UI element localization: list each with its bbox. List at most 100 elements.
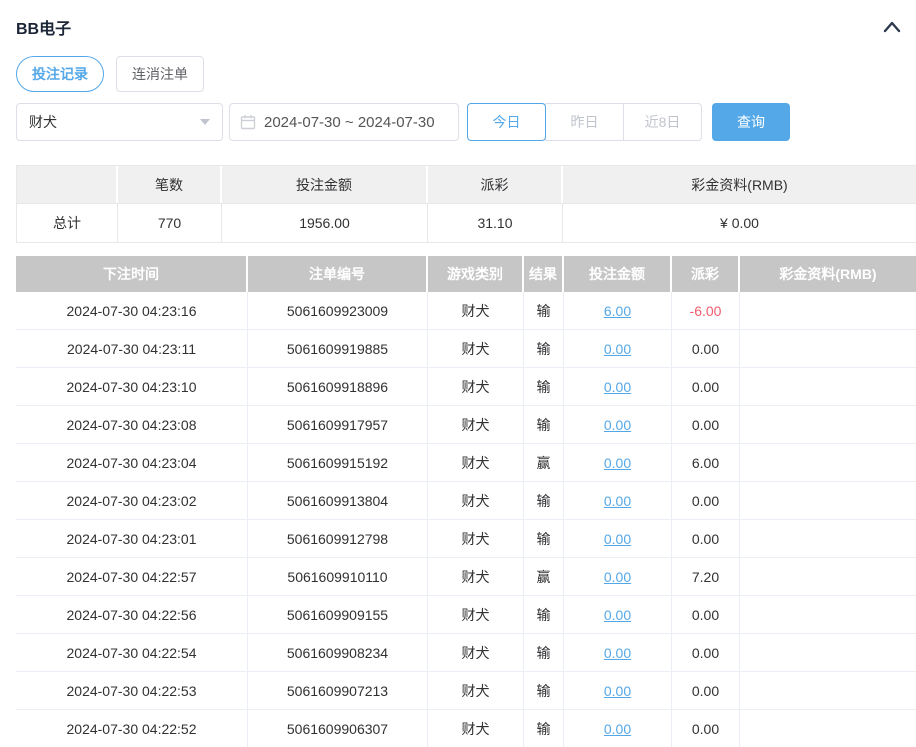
bonus-cell — [740, 634, 916, 672]
order-number-cell: 5061609918896 — [248, 368, 428, 406]
bet-amount-link[interactable]: 0.00 — [604, 493, 631, 509]
bet-time-cell: 2024-07-30 04:22:52 — [16, 710, 248, 747]
header-payout: 派彩 — [672, 256, 740, 292]
bet-amount-link[interactable]: 0.00 — [604, 569, 631, 585]
summary-total-count: 770 — [118, 203, 222, 242]
payout-cell: 7.20 — [672, 558, 740, 596]
bet-amount-cell: 0.00 — [564, 482, 672, 520]
date-range-value: 2024-07-30 ~ 2024-07-30 — [264, 114, 435, 131]
summary-total-row: 总计 770 1956.00 31.10 ¥ 0.00 — [17, 203, 916, 242]
last-8-days-button[interactable]: 近8日 — [623, 103, 702, 141]
bet-amount-link[interactable]: 0.00 — [604, 531, 631, 547]
table-row: 2024-07-30 04:22:56 5061609909155 财犬 输 0… — [16, 596, 916, 634]
payout-cell: -6.00 — [672, 292, 740, 330]
table-row: 2024-07-30 04:22:57 5061609910110 财犬 赢 0… — [16, 558, 916, 596]
bet-time-cell: 2024-07-30 04:23:04 — [16, 444, 248, 482]
tab-cancelled-orders[interactable]: 连消注单 — [116, 56, 204, 92]
bet-time-cell: 2024-07-30 04:22:56 — [16, 596, 248, 634]
bet-amount-link[interactable]: 6.00 — [604, 303, 631, 319]
quick-date-group: 今日 昨日 近8日 — [467, 103, 702, 141]
tab-bet-records[interactable]: 投注记录 — [16, 56, 104, 92]
payout-cell: 0.00 — [672, 672, 740, 710]
bet-amount-cell: 0.00 — [564, 558, 672, 596]
panel-header: BB电子 — [16, 0, 916, 39]
result-cell: 赢 — [524, 444, 564, 482]
bet-time-cell: 2024-07-30 04:22:54 — [16, 634, 248, 672]
game-type-cell: 财犬 — [428, 634, 524, 672]
order-number-cell: 5061609910110 — [248, 558, 428, 596]
table-row: 2024-07-30 04:23:01 5061609912798 财犬 输 0… — [16, 520, 916, 558]
table-row: 2024-07-30 04:22:53 5061609907213 财犬 输 0… — [16, 672, 916, 710]
game-type-cell: 财犬 — [428, 406, 524, 444]
result-cell: 输 — [524, 292, 564, 330]
game-select[interactable]: 财犬 — [16, 103, 223, 141]
bet-amount-cell: 0.00 — [564, 406, 672, 444]
result-cell: 输 — [524, 368, 564, 406]
table-row: 2024-07-30 04:22:54 5061609908234 财犬 输 0… — [16, 634, 916, 672]
summary-total-payout: 31.10 — [428, 203, 563, 242]
bet-amount-link[interactable]: 0.00 — [604, 341, 631, 357]
bonus-cell — [740, 444, 916, 482]
result-cell: 输 — [524, 406, 564, 444]
bet-time-cell: 2024-07-30 04:22:57 — [16, 558, 248, 596]
bet-table-header: 下注时间 注单编号 游戏类别 结果 投注金额 派彩 彩金资料(RMB) — [16, 256, 916, 292]
date-range-input[interactable]: 2024-07-30 ~ 2024-07-30 — [229, 103, 459, 141]
bonus-cell — [740, 558, 916, 596]
result-cell: 输 — [524, 672, 564, 710]
bet-amount-cell: 0.00 — [564, 596, 672, 634]
table-row: 2024-07-30 04:23:11 5061609919885 财犬 输 0… — [16, 330, 916, 368]
bet-amount-link[interactable]: 0.00 — [604, 645, 631, 661]
bet-amount-cell: 0.00 — [564, 672, 672, 710]
game-type-cell: 财犬 — [428, 672, 524, 710]
table-row: 2024-07-30 04:23:02 5061609913804 财犬 输 0… — [16, 482, 916, 520]
bet-amount-cell: 6.00 — [564, 292, 672, 330]
result-cell: 输 — [524, 710, 564, 747]
summary-total-bonus: ¥ 0.00 — [563, 203, 916, 242]
game-type-cell: 财犬 — [428, 520, 524, 558]
search-button[interactable]: 查询 — [712, 103, 790, 141]
order-number-cell: 5061609908234 — [248, 634, 428, 672]
bet-amount-link[interactable]: 0.00 — [604, 417, 631, 433]
bet-time-cell: 2024-07-30 04:23:02 — [16, 482, 248, 520]
bet-amount-link[interactable]: 0.00 — [604, 683, 631, 699]
payout-cell: 6.00 — [672, 444, 740, 482]
header-order-number: 注单编号 — [248, 256, 428, 292]
result-cell: 输 — [524, 596, 564, 634]
header-bonus: 彩金资料(RMB) — [740, 256, 916, 292]
payout-cell: 0.00 — [672, 634, 740, 672]
bet-amount-link[interactable]: 0.00 — [604, 607, 631, 623]
result-cell: 输 — [524, 634, 564, 672]
order-number-cell: 5061609919885 — [248, 330, 428, 368]
order-number-cell: 5061609909155 — [248, 596, 428, 634]
summary-table: 笔数 投注金额 派彩 彩金资料(RMB) 总计 770 1956.00 31.1… — [16, 165, 916, 243]
bet-amount-link[interactable]: 0.00 — [604, 379, 631, 395]
header-game-type: 游戏类别 — [428, 256, 524, 292]
summary-header-payout: 派彩 — [428, 166, 563, 203]
payout-cell: 0.00 — [672, 482, 740, 520]
result-cell: 输 — [524, 330, 564, 368]
table-row: 2024-07-30 04:23:04 5061609915192 财犬 赢 0… — [16, 444, 916, 482]
summary-header-bet-amount: 投注金额 — [222, 166, 428, 203]
yesterday-button[interactable]: 昨日 — [545, 103, 624, 141]
result-cell: 赢 — [524, 558, 564, 596]
bet-table: 下注时间 注单编号 游戏类别 结果 投注金额 派彩 彩金资料(RMB) 2024… — [16, 256, 916, 747]
payout-cell: 0.00 — [672, 368, 740, 406]
bet-time-cell: 2024-07-30 04:23:10 — [16, 368, 248, 406]
bonus-cell — [740, 710, 916, 747]
bet-amount-link[interactable]: 0.00 — [604, 721, 631, 737]
payout-cell: 0.00 — [672, 406, 740, 444]
summary-total-bet-amount: 1956.00 — [222, 203, 428, 242]
header-result: 结果 — [524, 256, 564, 292]
result-cell: 输 — [524, 520, 564, 558]
bonus-cell — [740, 596, 916, 634]
collapse-panel-button[interactable] — [882, 19, 902, 35]
caret-down-icon — [200, 119, 210, 125]
today-button[interactable]: 今日 — [467, 103, 546, 141]
bet-amount-cell: 0.00 — [564, 710, 672, 747]
filter-bar: 财犬 2024-07-30 ~ 2024-07-30 今日 昨日 近8日 查询 — [16, 103, 916, 141]
bet-amount-link[interactable]: 0.00 — [604, 455, 631, 471]
bet-amount-cell: 0.00 — [564, 368, 672, 406]
order-number-cell: 5061609906307 — [248, 710, 428, 747]
order-number-cell: 5061609917957 — [248, 406, 428, 444]
bet-amount-cell: 0.00 — [564, 330, 672, 368]
